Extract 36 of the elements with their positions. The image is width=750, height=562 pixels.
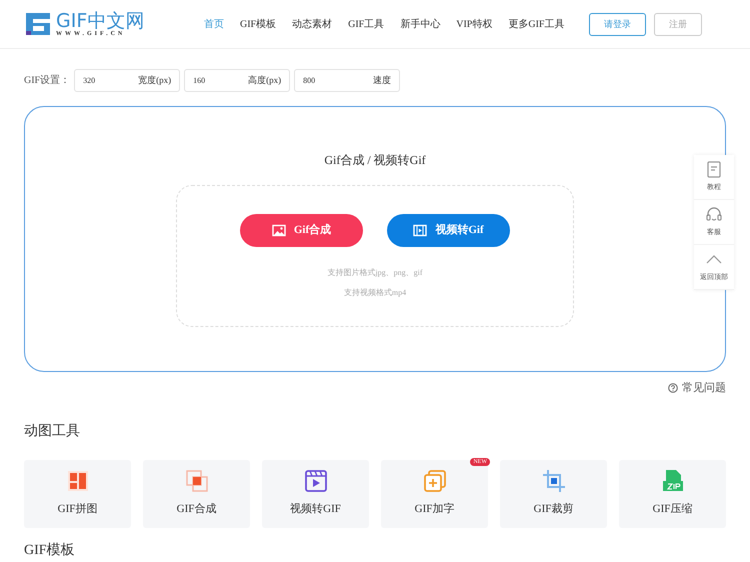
format-hint: 支持视频格式mp4 [344,287,406,299]
crop-icon [542,469,566,494]
upload-title: Gif合成 / 视频转Gif [324,152,426,169]
tool-card[interactable]: GIF压缩 [619,460,726,528]
collage-icon [66,469,90,494]
help-icon [668,383,678,394]
section-title: GIF模板 [24,544,76,558]
faq-link[interactable]: 常见问题 [682,380,726,396]
input-field[interactable]: 320 宽度(px) [74,69,180,92]
upload-button[interactable]: 视频转Gif [387,214,510,247]
settings-label: GIF设置： [24,74,70,88]
nav-link[interactable]: VIP特权 [456,16,492,32]
nav-link[interactable]: GIF工具 [348,16,384,32]
add-frame-icon [422,469,446,494]
document-icon [705,161,723,178]
image-icon [272,224,286,237]
tool-card[interactable]: GIF拼图 [24,460,131,528]
video-clip-icon [304,469,328,494]
layers-icon [184,469,208,494]
section-title: 动图工具 [24,422,81,440]
input-field[interactable]: 800 速度 [294,69,400,92]
logo-icon [24,11,52,37]
tool-card[interactable]: 视频转GIF [262,460,369,528]
format-hint: 支持图片格式jpg、png、gif [327,267,423,279]
nav-link[interactable]: 更多GIF工具 [508,16,564,32]
zip-file-icon [660,469,684,494]
film-icon [413,224,428,237]
headset-icon [705,206,723,224]
upload-button[interactable]: Gif合成 [240,214,363,247]
logo-text: GIF中文网 [56,12,144,30]
nav-link[interactable]: 动态素材 [292,16,332,32]
tool-card[interactable]: GIF裁剪 [500,460,607,528]
nav-link[interactable]: GIF模板 [240,16,276,32]
tool-card[interactable]: GIF合成 [143,460,250,528]
nav-link[interactable]: 新手中心 [400,16,440,32]
input-field[interactable]: 160 高度(px) [184,69,290,92]
